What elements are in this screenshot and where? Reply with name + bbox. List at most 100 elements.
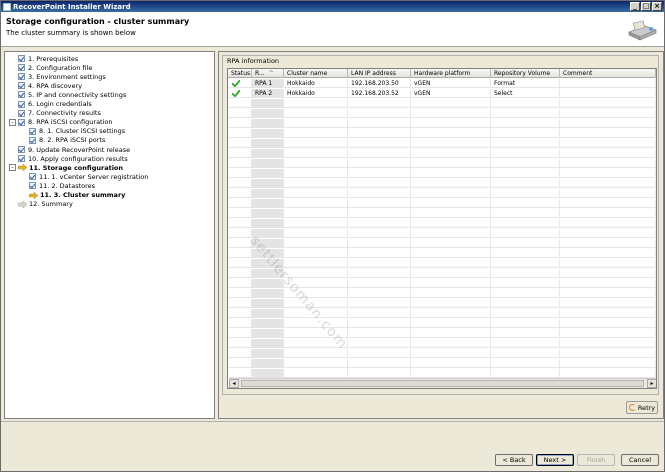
table-row[interactable] [228, 299, 656, 308]
table-row[interactable] [228, 149, 656, 158]
column-header[interactable]: Hardware platform [411, 69, 491, 78]
table-row[interactable] [228, 219, 656, 228]
table-cell [348, 239, 411, 248]
table-cell [252, 259, 284, 268]
scroll-thumb[interactable] [241, 380, 644, 387]
maximize-button[interactable]: □ [641, 2, 651, 11]
tree-expander[interactable]: - [9, 164, 16, 172]
table-row[interactable] [228, 329, 656, 338]
wizard-step[interactable]: - 11. Storage configuration [9, 163, 123, 172]
table-row[interactable] [228, 119, 656, 128]
table-row[interactable] [228, 359, 656, 368]
table-row[interactable] [228, 169, 656, 178]
table-cell [491, 229, 560, 238]
column-header-label: R... [255, 70, 265, 77]
minimize-button[interactable]: _ [630, 2, 640, 11]
wizard-step[interactable]: 7. Connectivity results [9, 109, 101, 118]
table-row[interactable] [228, 159, 656, 168]
table-row[interactable]: RPA 1 Hokkaido 192.168.203.50 vGEN Format [228, 79, 656, 88]
table-cell [411, 109, 491, 118]
table-row[interactable] [228, 269, 656, 278]
wizard-step[interactable]: 3. Environment settings [9, 72, 106, 81]
table-cell [411, 129, 491, 138]
wizard-step[interactable]: 9. Update RecoverPoint release [9, 145, 130, 154]
table-row[interactable] [228, 179, 656, 188]
table-cell [491, 299, 560, 308]
wizard-step[interactable]: 2. Configuration file [9, 63, 92, 72]
wizard-step[interactable]: 8. 2. RPA iSCSI ports [29, 136, 105, 145]
retry-button[interactable]: Retry [626, 401, 658, 414]
wizard-step[interactable]: - 8. RPA iSCSI configuration [9, 118, 113, 127]
column-header[interactable]: Repository Volume [491, 69, 560, 78]
table-row[interactable] [228, 199, 656, 208]
table-row[interactable]: RPA 2 Hokkaido 192.168.203.52 vGEN Select [228, 89, 656, 98]
wizard-step[interactable]: 6. Login credentials [9, 100, 92, 109]
table-row[interactable] [228, 279, 656, 288]
column-header[interactable]: Status [228, 69, 252, 78]
table-header: Status R... ^ Cluster name LAN IP address Har… [228, 69, 656, 78]
scroll-right-button[interactable]: ▸ [647, 379, 656, 388]
title-bar[interactable]: RecoverPoint Installer Wizard _ □ × [1, 1, 664, 12]
table-row[interactable] [228, 129, 656, 138]
column-header[interactable]: Cluster name [284, 69, 348, 78]
rpa-information-group: RPA information Status R... ^ Cluster name L… [222, 55, 659, 395]
table-cell [491, 189, 560, 198]
table-row[interactable] [228, 229, 656, 238]
table-cell [411, 209, 491, 218]
table-cell [348, 149, 411, 158]
wizard-step[interactable]: 11. 1. vCenter Server registration [29, 172, 148, 181]
table-row[interactable] [228, 309, 656, 318]
table-row[interactable] [228, 289, 656, 298]
table-row[interactable] [228, 239, 656, 248]
column-header[interactable]: LAN IP address [348, 69, 411, 78]
table-row[interactable] [228, 209, 656, 218]
wizard-step[interactable]: 10. Apply configuration results [9, 154, 128, 163]
table-cell [228, 159, 252, 168]
table-row[interactable] [228, 249, 656, 258]
page-subtitle: The cluster summary is shown below [6, 29, 136, 37]
table-cell [491, 109, 560, 118]
wizard-step[interactable]: 5. IP and connectivity settings [9, 90, 126, 99]
finish-button[interactable]: Finish [577, 454, 615, 466]
wizard-step[interactable]: 8. 1. Cluster iSCSI settings [29, 127, 125, 136]
table-row[interactable] [228, 189, 656, 198]
wizard-step[interactable]: 11. 3. Cluster summary [29, 191, 125, 200]
table-cell: Hokkaido [284, 79, 348, 88]
table-cell [560, 279, 656, 288]
next-button[interactable]: Next > [536, 454, 574, 466]
step-label: 7. Connectivity results [28, 109, 101, 118]
table-cell [284, 289, 348, 298]
table-row[interactable] [228, 139, 656, 148]
table-row[interactable] [228, 259, 656, 268]
wizard-step[interactable]: 1. Prerequisites [9, 54, 78, 63]
cancel-button[interactable]: Cancel [621, 454, 659, 466]
rpa-table[interactable]: Status R... ^ Cluster name LAN IP address Har… [227, 68, 657, 389]
table-cell [252, 349, 284, 358]
table-cell [284, 299, 348, 308]
table-row[interactable] [228, 349, 656, 358]
close-button[interactable]: × [652, 2, 662, 11]
table-row[interactable] [228, 319, 656, 328]
table-cell [284, 269, 348, 278]
back-button[interactable]: < Back [495, 454, 533, 466]
table-row[interactable] [228, 109, 656, 118]
horizontal-scrollbar[interactable]: ◂ ▸ [229, 378, 656, 388]
table-cell [411, 369, 491, 378]
tree-expander[interactable]: - [9, 118, 16, 126]
table-cell [560, 309, 656, 318]
group-legend: RPA information [227, 57, 280, 65]
wizard-step[interactable]: 4. RPA discovery [9, 81, 82, 90]
current-arrow-icon [18, 164, 27, 172]
table-cell [560, 249, 656, 258]
column-header[interactable]: R... ^ [252, 69, 284, 78]
table-cell [252, 359, 284, 368]
wizard-step[interactable]: 11. 2. Datastores [29, 181, 95, 190]
table-row[interactable] [228, 369, 656, 378]
table-cell [491, 179, 560, 188]
table-row[interactable] [228, 339, 656, 348]
column-header[interactable]: Comment [560, 69, 656, 78]
scroll-left-button[interactable]: ◂ [229, 379, 239, 388]
sort-ascending-icon: ^ [268, 70, 274, 77]
wizard-step[interactable]: 12. Summary [9, 200, 73, 209]
table-row[interactable] [228, 99, 656, 108]
